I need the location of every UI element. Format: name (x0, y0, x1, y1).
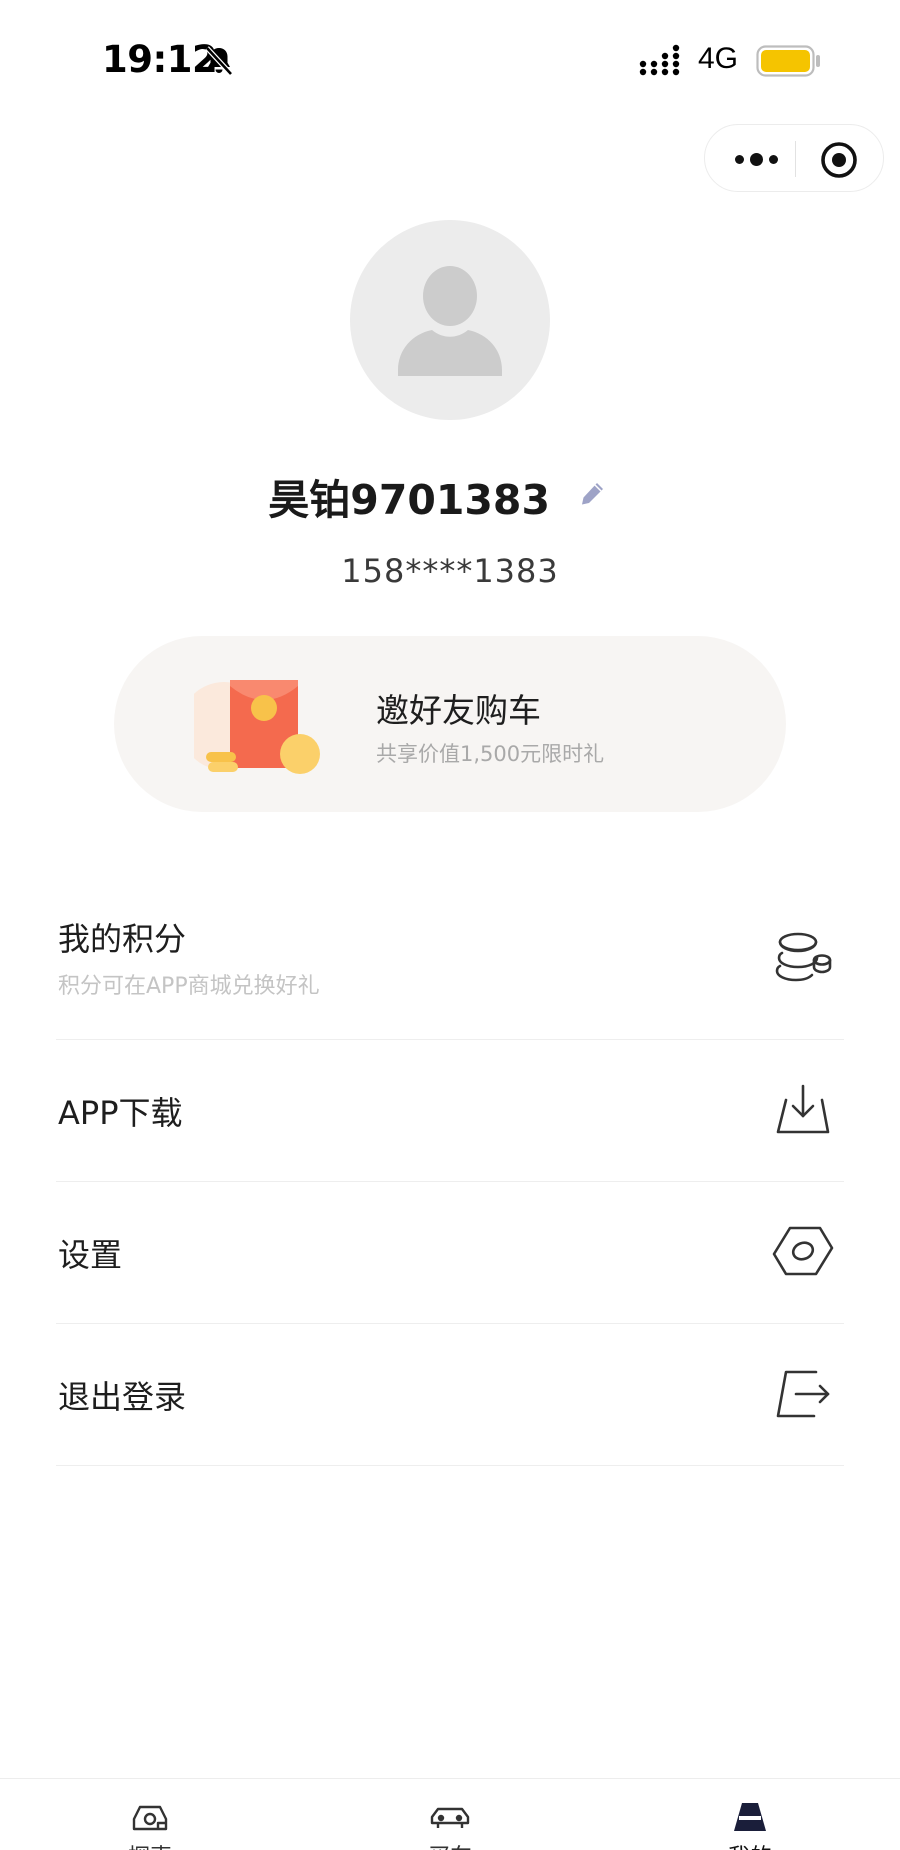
menu-item-title: 退出登录 (58, 1378, 187, 1416)
menu-list: 我的积分 积分可在APP商城兑换好礼 APP下载 设置 退出登录 (56, 870, 844, 1466)
menu-item-logout[interactable]: 退出登录 (56, 1324, 844, 1466)
hexagon-settings-icon (772, 1226, 834, 1276)
nav-label: 探索 (88, 1839, 212, 1850)
menu-item-app-download[interactable]: APP下载 (56, 1040, 844, 1182)
nav-label: 我的 (688, 1839, 812, 1850)
target-close-icon[interactable] (820, 141, 858, 179)
menu-item-title: 设置 (58, 1236, 123, 1274)
red-envelope-icon (194, 680, 320, 774)
network-type: 4G (698, 42, 739, 75)
status-time: 19:12 (102, 38, 218, 81)
nav-tab-buy-car[interactable]: 买车 (388, 1779, 508, 1850)
menu-item-settings[interactable]: 设置 (56, 1182, 844, 1324)
more-dots-icon[interactable] (727, 139, 785, 179)
avatar[interactable] (350, 220, 550, 420)
mini-program-capsule (704, 124, 884, 192)
bottom-nav: 探索 买车 我的 (0, 1778, 900, 1850)
logout-icon (776, 1370, 830, 1418)
invite-friends-banner[interactable]: 邀好友购车 共享价值1,500元限时礼 (114, 636, 786, 812)
phone-number: 158****1383 (341, 552, 559, 590)
menu-item-points[interactable]: 我的积分 积分可在APP商城兑换好礼 (56, 870, 844, 1040)
nav-label: 买车 (388, 1839, 512, 1850)
default-avatar-icon (398, 266, 502, 376)
nav-tab-explore[interactable]: 探索 (88, 1779, 208, 1850)
menu-item-subtitle: 积分可在APP商城兑换好礼 (58, 974, 320, 999)
coins-icon (775, 932, 832, 982)
profile-tab-icon (734, 1803, 766, 1831)
battery-icon (756, 45, 820, 77)
explore-icon (132, 1805, 168, 1831)
invite-title: 邀好友购车 (376, 691, 541, 730)
menu-item-title: APP下载 (58, 1094, 183, 1132)
menu-item-title: 我的积分 (58, 920, 187, 958)
user-name: 昊铂9701383 (268, 476, 550, 524)
nav-tab-mine[interactable]: 我的 (688, 1779, 808, 1850)
download-icon (776, 1084, 830, 1134)
invite-subtitle: 共享价值1,500元限时礼 (376, 742, 605, 766)
status-bar: 19:12 4G (0, 0, 900, 110)
car-icon (430, 1807, 470, 1828)
capsule-divider (795, 141, 796, 177)
bell-muted-icon (205, 46, 233, 76)
edit-icon[interactable] (576, 478, 608, 510)
signal-icon (639, 44, 680, 76)
